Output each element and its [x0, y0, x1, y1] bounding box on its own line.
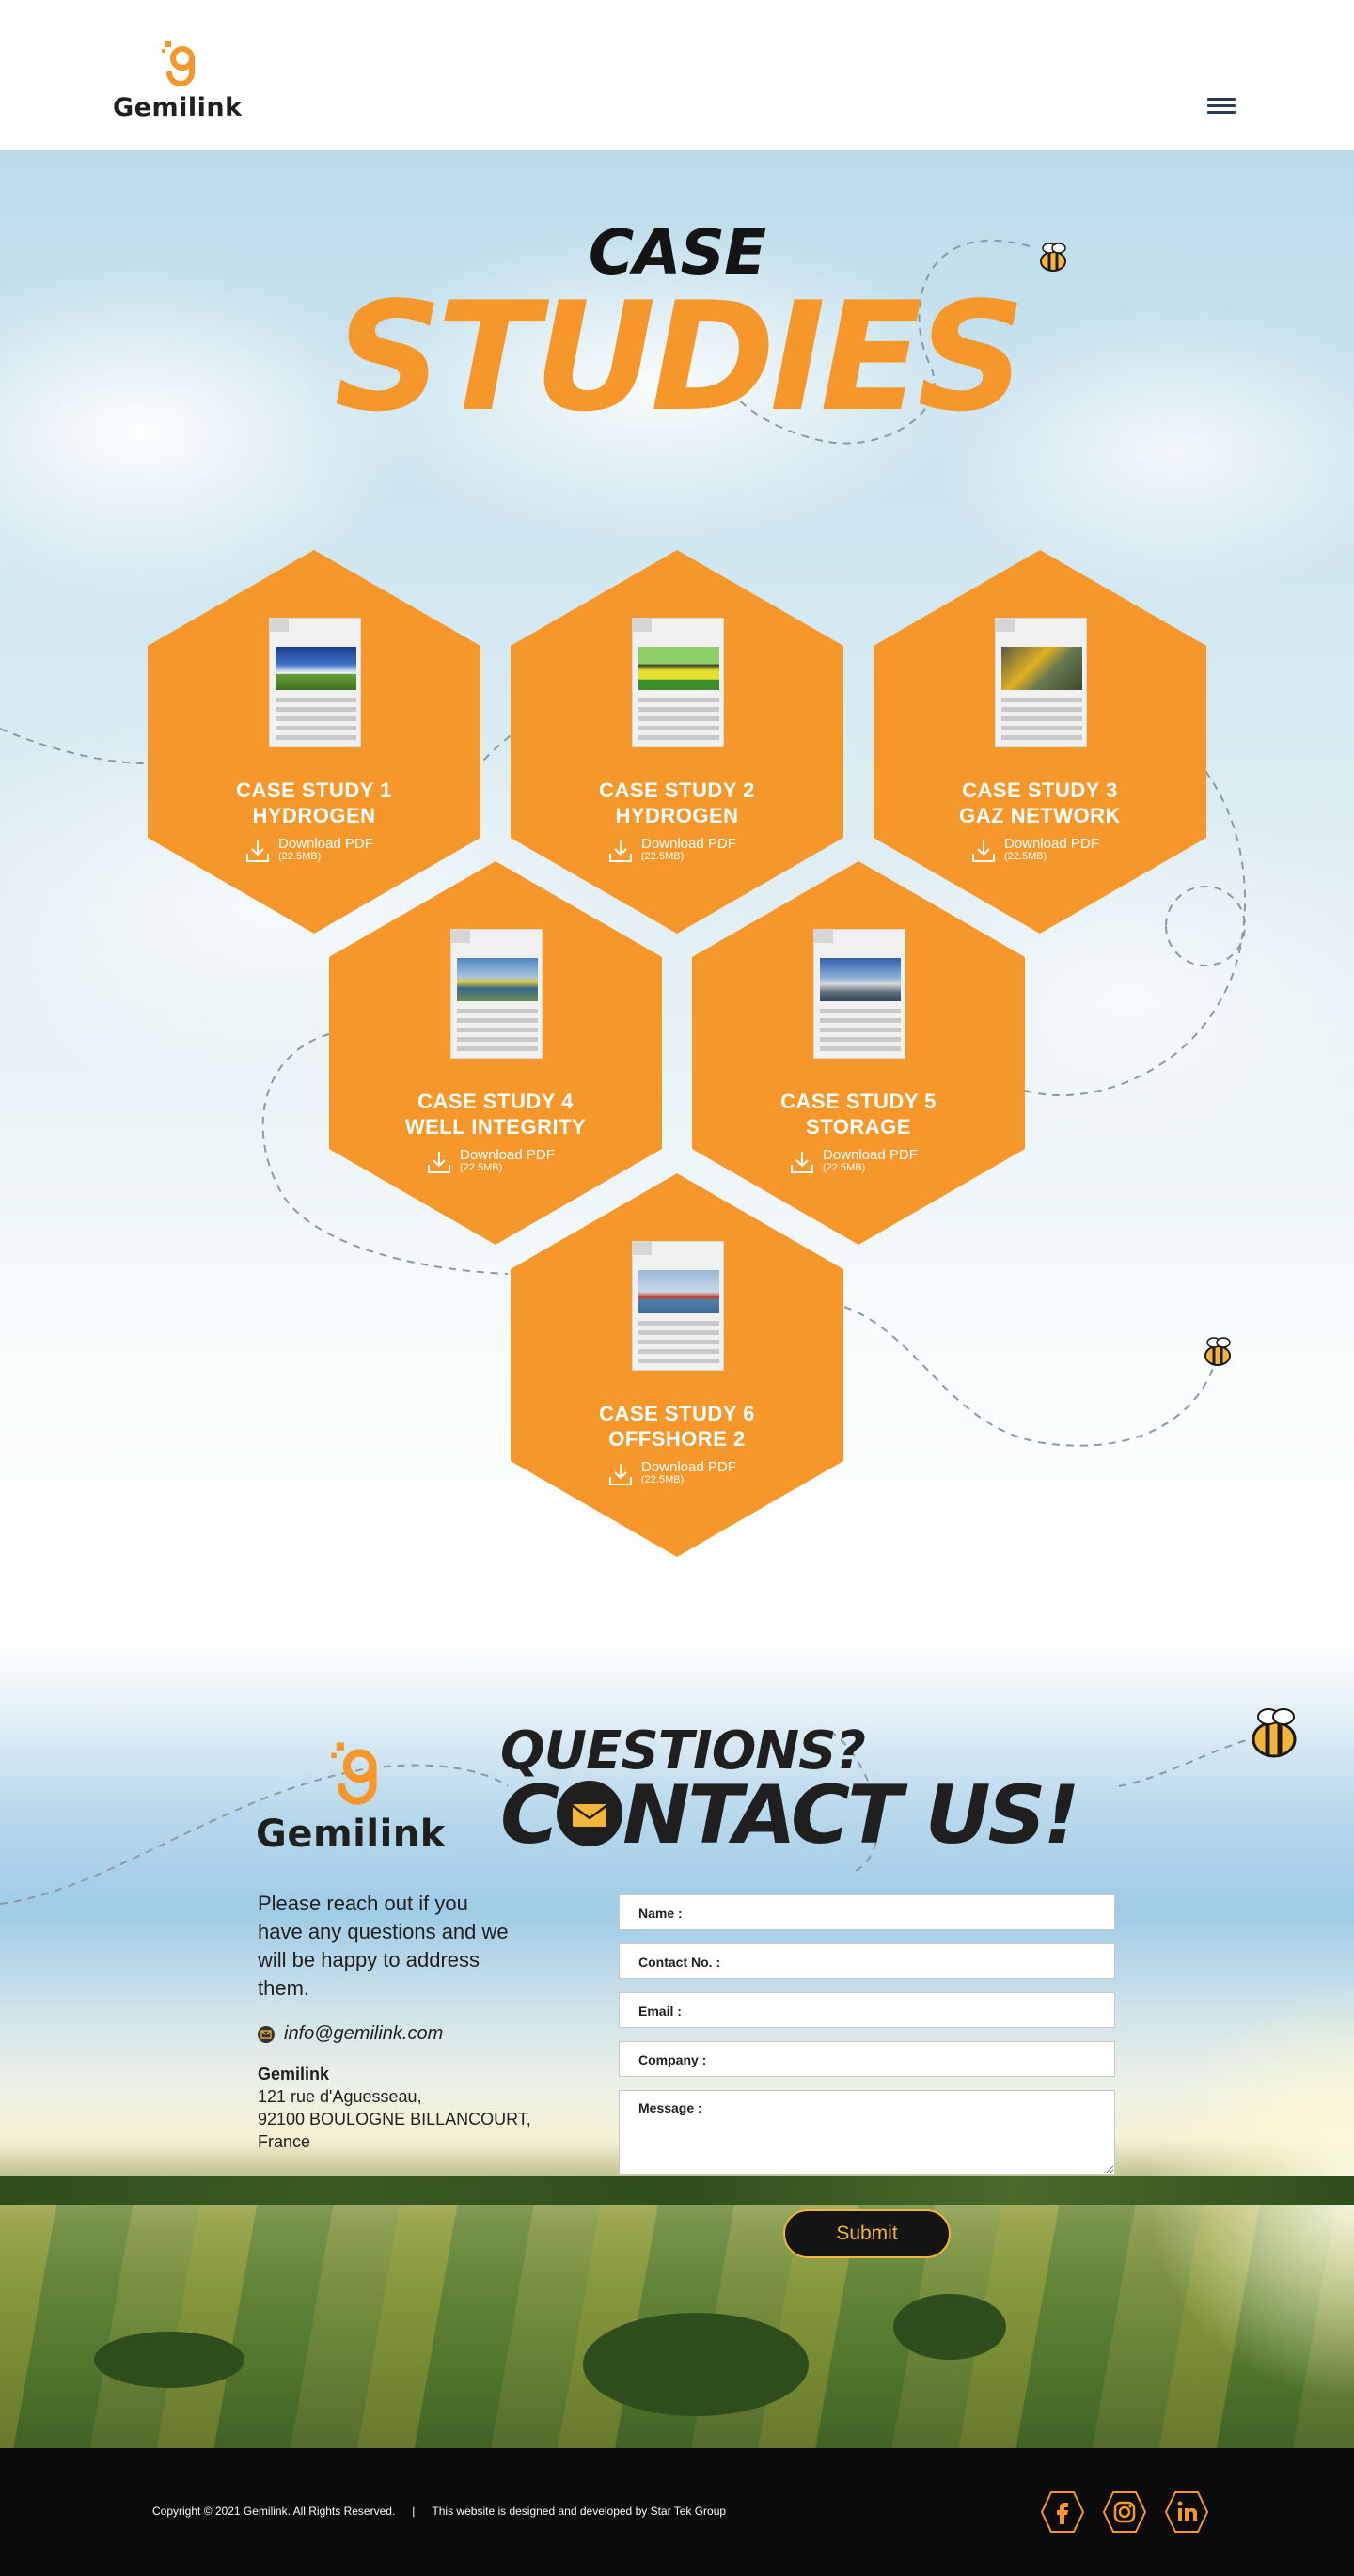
linkedin-icon[interactable] — [1164, 2490, 1209, 2535]
email-icon — [258, 2025, 275, 2043]
email-input[interactable] — [620, 1993, 1114, 2027]
site-footer: Copyright © 2021 Gemilink. All Rights Re… — [0, 2448, 1354, 2576]
download-icon — [246, 840, 269, 862]
message-input[interactable] — [620, 2091, 1114, 2174]
gemilink-logo-icon — [162, 41, 196, 86]
contact-heading: C NTACT US! — [500, 1768, 1080, 1862]
document-icon — [813, 929, 905, 1059]
download-pdf-link[interactable]: Download PDF (22.5MB) — [245, 837, 373, 869]
download-pdf-link[interactable]: Download PDF (22.5MB) — [971, 837, 1099, 869]
download-icon — [609, 840, 632, 862]
gemilink-logo[interactable]: Gemilink — [113, 38, 242, 122]
facebook-icon[interactable] — [1040, 2490, 1085, 2535]
contact-number-input[interactable] — [620, 1944, 1114, 1978]
instagram-icon[interactable] — [1102, 2490, 1147, 2535]
document-icon — [450, 929, 543, 1059]
company-field: Company : — [619, 2041, 1115, 2077]
page-title-main: STUDIES — [334, 269, 1025, 445]
contact-number-field: Contact No. : — [619, 1943, 1115, 1979]
name-field: Name : — [619, 1894, 1115, 1930]
company-address: Gemilink 121 rue d'Aguesseau, 92100 BOUL… — [258, 2065, 531, 2151]
mail-icon — [557, 1781, 623, 1846]
email-link[interactable]: info@gemilink.com — [284, 2023, 443, 2045]
logo-text: Gemilink — [113, 93, 243, 122]
email-contact[interactable]: info@gemilink.com — [258, 2023, 443, 2045]
document-icon — [995, 618, 1087, 747]
download-pdf-link[interactable]: Download PDF (22.5MB) — [608, 1460, 736, 1492]
download-pdf-link[interactable]: Download PDF (22.5MB) — [427, 1148, 555, 1180]
download-icon — [972, 840, 995, 862]
contact-intro-text: Please reach out if you have any questio… — [258, 1892, 509, 2000]
contact-form: Name : Contact No. : Email : Company : M… — [619, 1894, 1115, 2188]
copyright-text: Copyright © 2021 Gemilink. All Rights Re… — [152, 2505, 396, 2518]
logo-text: Gemilink — [256, 1813, 446, 1856]
footer-separator: | — [412, 2505, 416, 2518]
document-icon — [269, 618, 361, 747]
download-icon — [791, 1152, 813, 1173]
developer-credit[interactable]: This website is designed and developed b… — [432, 2505, 726, 2518]
download-icon — [609, 1464, 632, 1485]
company-input[interactable] — [620, 2042, 1114, 2076]
document-icon — [632, 618, 724, 747]
name-input[interactable] — [620, 1895, 1114, 1929]
menu-button[interactable] — [1207, 98, 1236, 117]
download-pdf-link[interactable]: Download PDF (22.5MB) — [608, 837, 736, 869]
submit-button[interactable]: Submit — [783, 2209, 951, 2258]
download-icon — [428, 1152, 450, 1173]
document-icon — [632, 1241, 724, 1371]
site-header: Gemilink — [0, 0, 1354, 150]
gemilink-logo-icon — [331, 1742, 377, 1805]
download-pdf-link[interactable]: Download PDF (22.5MB) — [790, 1148, 918, 1180]
message-field: Message : — [619, 2090, 1115, 2175]
hamburger-icon — [1207, 98, 1236, 101]
contact-logo: Gemilink — [256, 1737, 446, 1856]
email-field: Email : — [619, 1992, 1115, 2028]
